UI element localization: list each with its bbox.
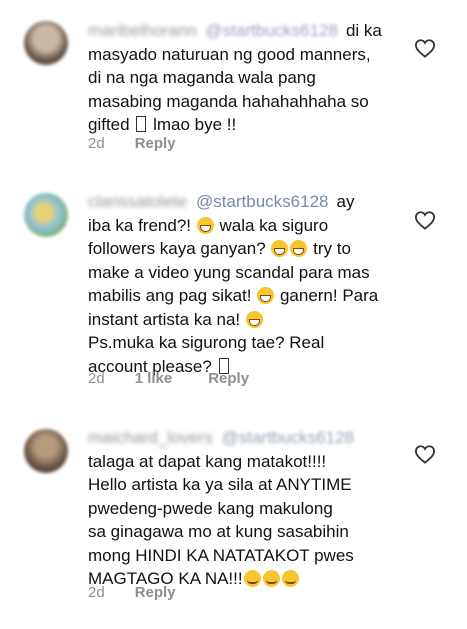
likes-count[interactable]: 1 like: [135, 370, 173, 387]
comment-mention[interactable]: @startbucks6128: [221, 428, 354, 447]
smirking-face-icon: [262, 570, 280, 587]
commenter-avatar[interactable]: [24, 429, 68, 473]
commenter-avatar[interactable]: [24, 193, 68, 237]
comment-username[interactable]: maichard_lovers: [88, 428, 213, 447]
comment-age: 2d: [88, 370, 105, 387]
missing-glyph-icon: [136, 116, 147, 132]
grinning-face-icon: [290, 240, 308, 257]
commenter-avatar[interactable]: [24, 21, 68, 65]
comment-text: clarissatolete @startbucks6128 ay iba ka …: [88, 192, 379, 376]
comment-username[interactable]: maribelhorann: [88, 21, 197, 40]
comment-text: maribelhorann @startbucks6128 di ka masya…: [88, 21, 382, 134]
grinning-face-icon: [245, 310, 263, 328]
smirking-face-icon: [243, 570, 261, 587]
grinning-face-icon: [271, 240, 289, 257]
reply-button[interactable]: Reply: [135, 135, 176, 152]
comment-text: maichard_lovers @startbucks6128 talaga a…: [88, 428, 355, 588]
grinning-face-icon: [257, 287, 275, 304]
smirking-face-icon: [281, 570, 299, 587]
reply-button[interactable]: Reply: [208, 370, 249, 387]
comment-mention[interactable]: @startbucks6128: [196, 192, 329, 211]
heart-outline-icon[interactable]: [414, 38, 436, 58]
heart-outline-icon[interactable]: [414, 444, 436, 464]
comment-username[interactable]: clarissatolete: [88, 192, 187, 211]
heart-outline-icon[interactable]: [414, 210, 436, 230]
comment-mention[interactable]: @startbucks6128: [205, 21, 338, 40]
grinning-face-icon: [196, 216, 214, 234]
comment-age: 2d: [88, 135, 105, 152]
reply-button[interactable]: Reply: [135, 584, 176, 601]
comment-age: 2d: [88, 584, 105, 601]
